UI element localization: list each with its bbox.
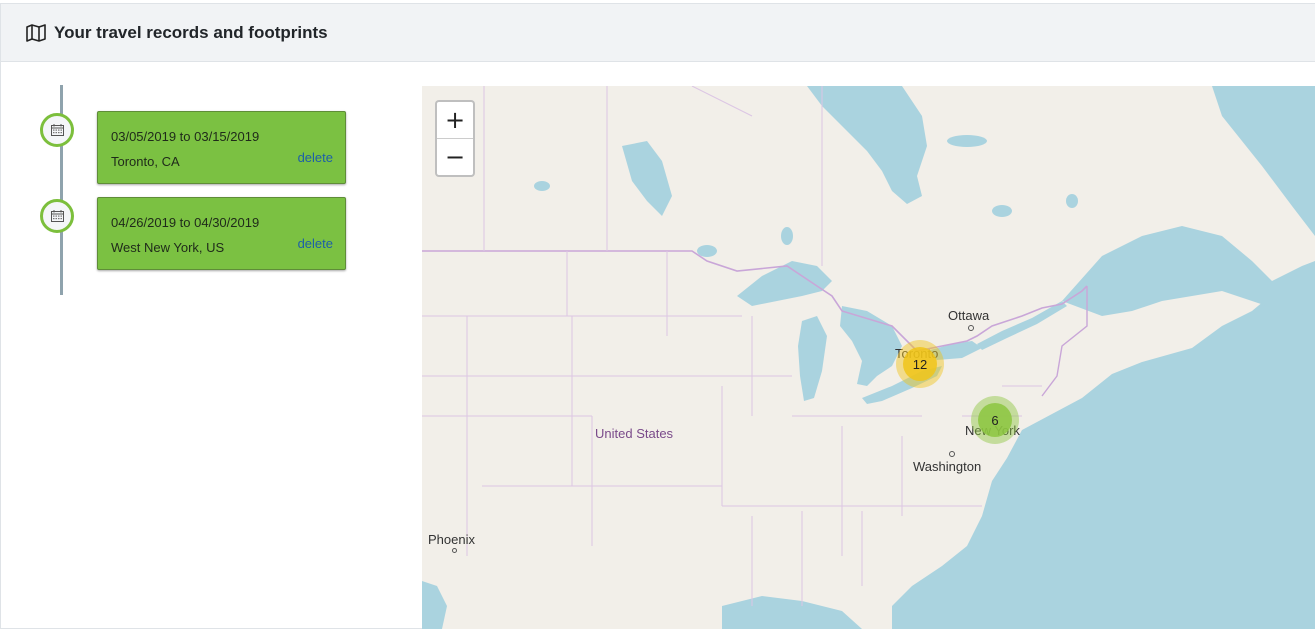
trip-place: West New York, US — [111, 240, 225, 255]
map-icon — [25, 22, 47, 44]
delete-link[interactable]: delete — [298, 236, 333, 251]
calendar-icon — [40, 199, 74, 233]
map-label-united-states: United States — [595, 426, 674, 441]
page-title: Your travel records and footprints — [54, 22, 328, 42]
calendar-icon — [40, 113, 74, 147]
map-label-phoenix: Phoenix — [428, 532, 475, 547]
trip-place: Toronto, CA — [111, 154, 180, 169]
map-cluster-new-york[interactable]: 6 — [971, 396, 1019, 444]
trip-card: 04/26/2019 to 04/30/2019 West New York, … — [97, 197, 346, 270]
zoom-out-button[interactable]: − — [437, 139, 473, 175]
zoom-control: + − — [435, 100, 475, 177]
travel-map[interactable]: Ottawa Toronto New York Washington Unite… — [422, 86, 1315, 629]
trip-card: 03/05/2019 to 03/15/2019 Toronto, CA del… — [97, 111, 346, 184]
map-label-washington: Washington — [913, 459, 982, 474]
card-header: Your travel records and footprints — [1, 4, 1315, 62]
city-marker — [968, 325, 974, 331]
map-label-ottawa: Ottawa — [948, 308, 990, 323]
cluster-count: 12 — [903, 347, 937, 381]
trip-dates: 04/26/2019 to 04/30/2019 — [111, 215, 260, 230]
trip-dates: 03/05/2019 to 03/15/2019 — [111, 129, 260, 144]
timeline-item: 04/26/2019 to 04/30/2019 West New York, … — [40, 197, 360, 273]
city-marker — [452, 548, 457, 553]
map-cluster-toronto[interactable]: 12 — [896, 340, 944, 388]
timeline-item: 03/05/2019 to 03/15/2019 Toronto, CA del… — [40, 111, 360, 187]
city-marker — [949, 451, 955, 457]
delete-link[interactable]: delete — [298, 150, 333, 165]
zoom-in-button[interactable]: + — [437, 102, 473, 139]
map-tiles — [422, 86, 1315, 629]
cluster-count: 6 — [978, 403, 1012, 437]
